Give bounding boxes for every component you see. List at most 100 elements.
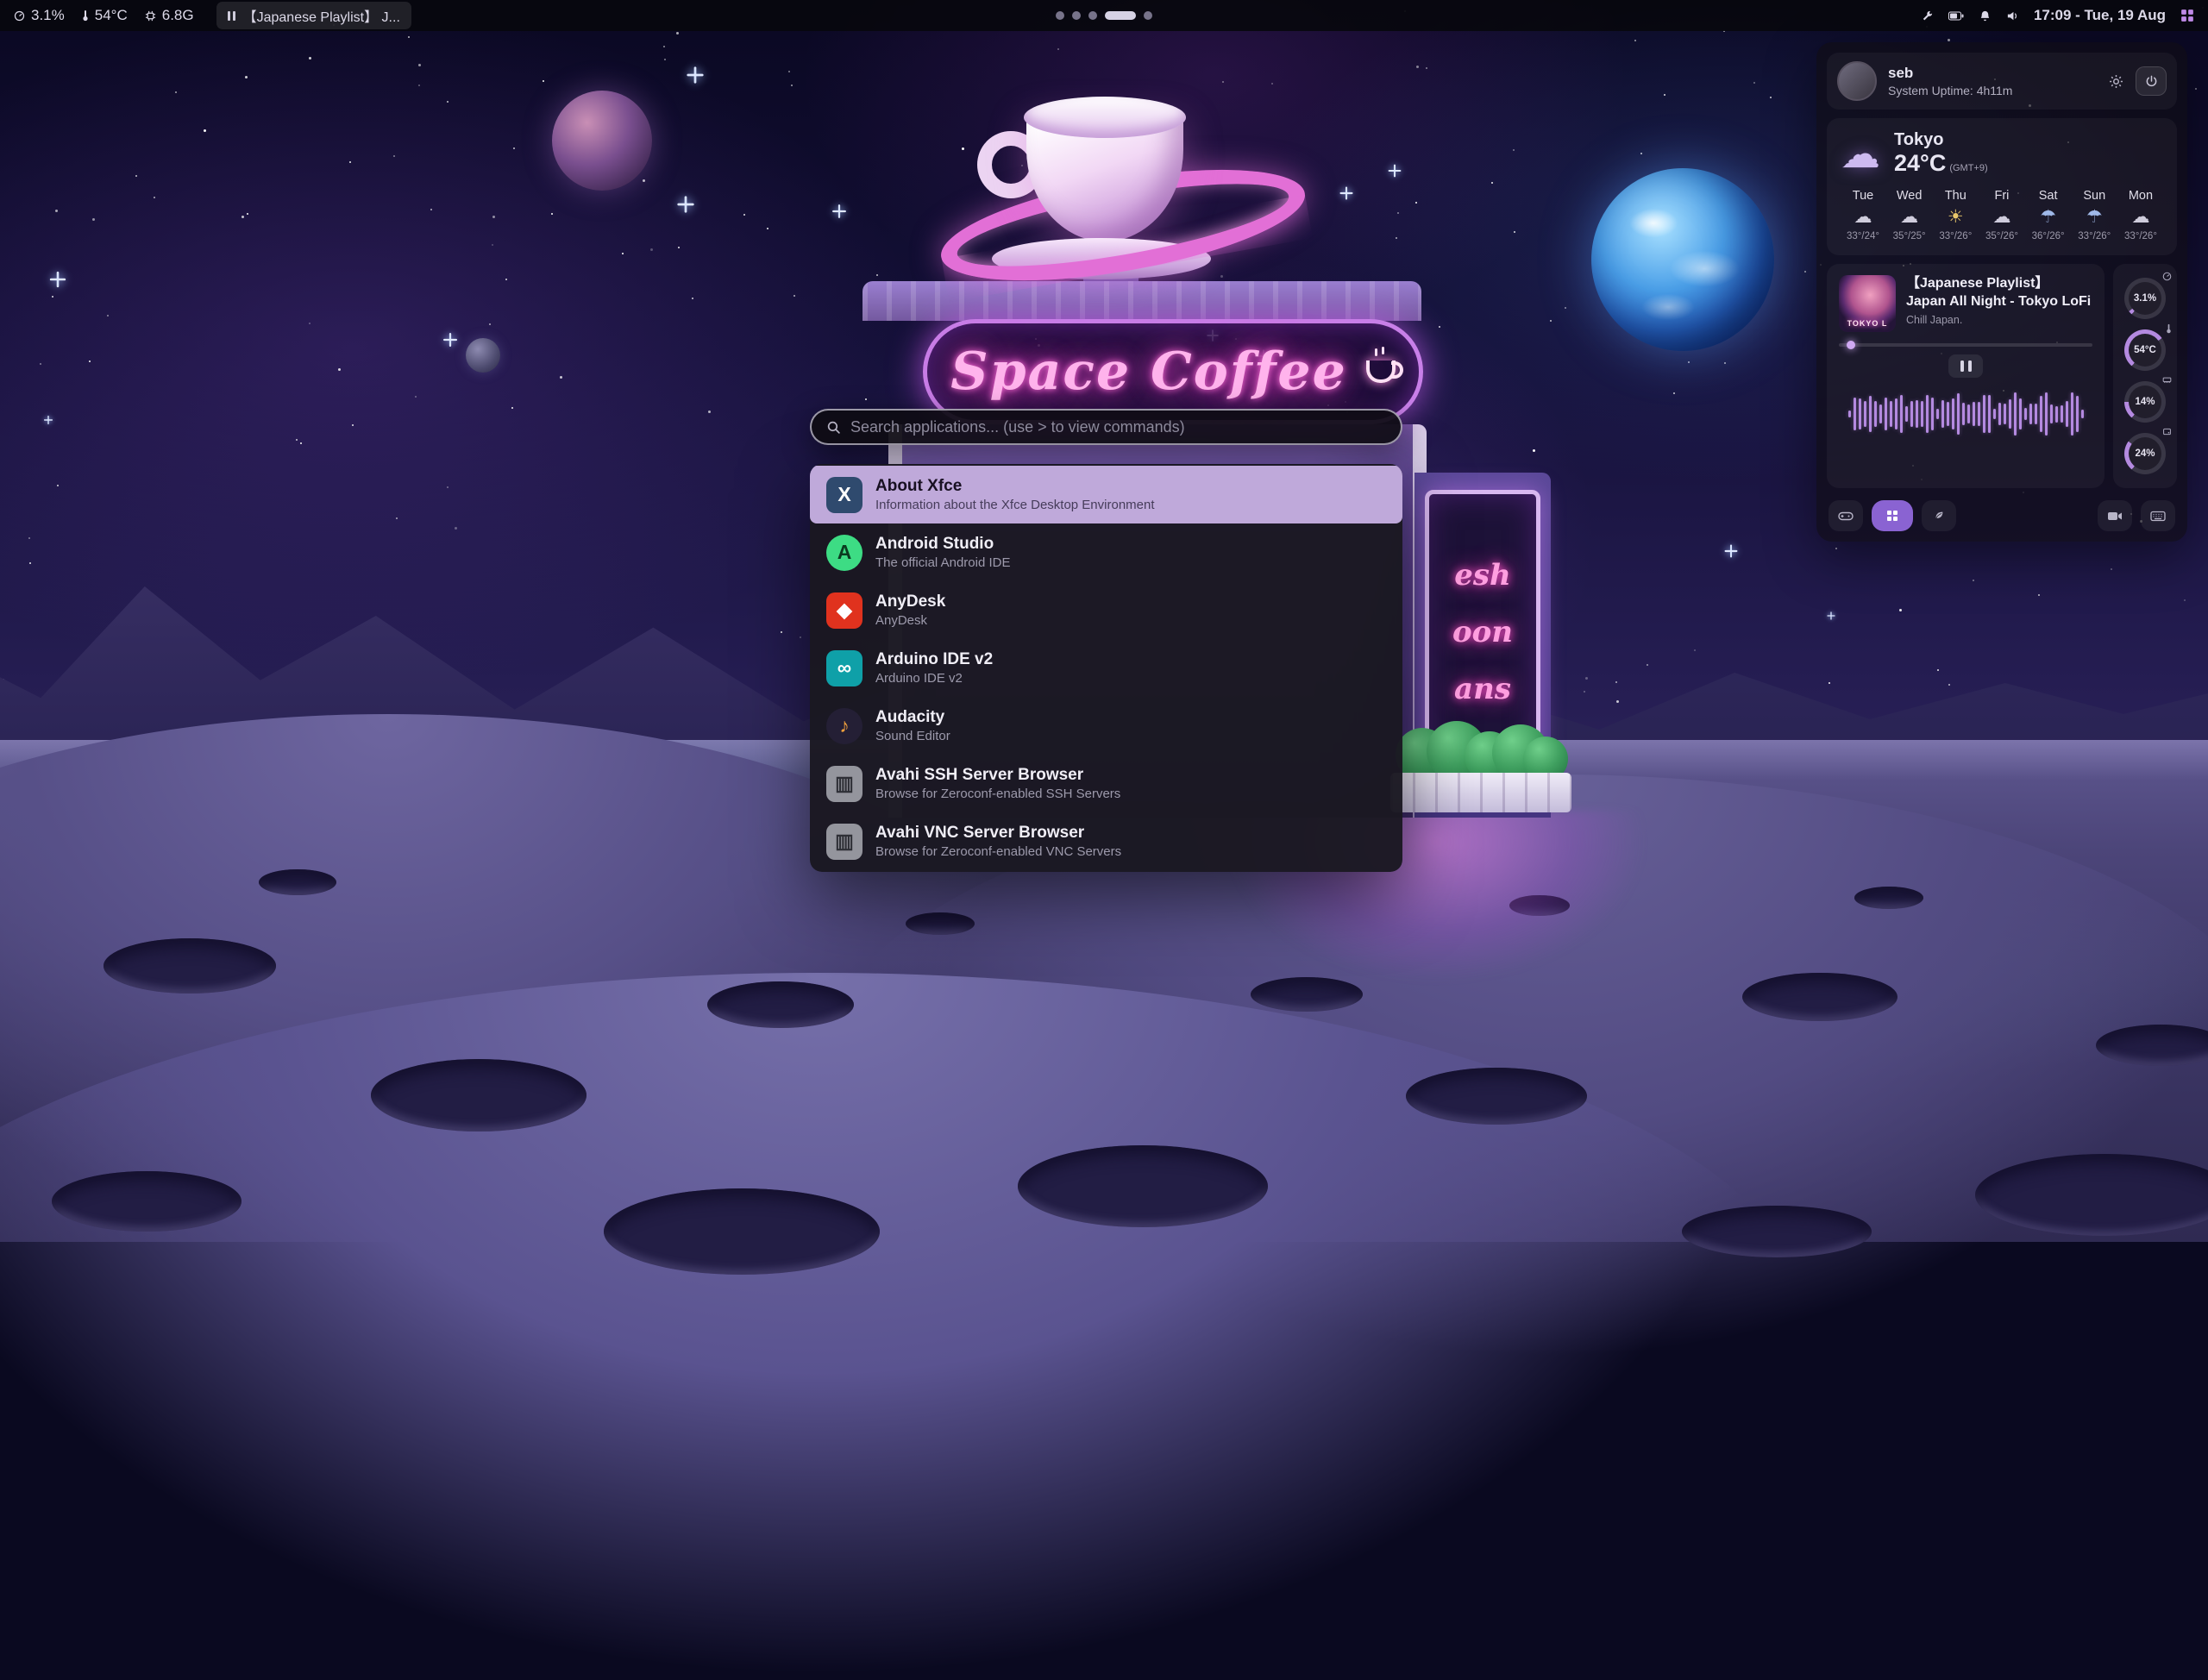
forecast-icon: ☁: [2131, 208, 2149, 226]
power-button[interactable]: [2136, 66, 2167, 96]
gauge-temperature: 54°C: [2121, 324, 2169, 376]
window-neon-text: esh: [1454, 558, 1511, 592]
app-row-avahi-vnc[interactable]: ▥ Avahi VNC Server Browser Browse for Ze…: [810, 812, 1402, 870]
user-card: seb System Uptime: 4h11m: [1827, 53, 2177, 110]
app-row-about-xfce[interactable]: X About Xfce Information about the Xfce …: [810, 466, 1402, 523]
apps-grid-icon[interactable]: [2180, 9, 2194, 22]
waveform-bar: [1941, 400, 1944, 428]
sparkle-star: [832, 204, 846, 218]
app-title: Avahi VNC Server Browser: [875, 824, 1121, 843]
star: [349, 161, 351, 163]
now-playing-label: 【Japanese Playlist】 J...: [243, 5, 400, 26]
video-button[interactable]: [2098, 500, 2132, 531]
battery-icon[interactable]: [1948, 11, 1964, 21]
app-subtitle: Arduino IDE v2: [875, 671, 993, 686]
planet-earth: [1591, 168, 1774, 351]
app-title: Audacity: [875, 708, 950, 728]
star: [1673, 392, 1675, 394]
crater: [259, 869, 336, 895]
star: [1937, 669, 1939, 671]
star: [1416, 66, 1419, 68]
star: [1753, 82, 1755, 84]
now-playing-pill[interactable]: 【Japanese Playlist】 J...: [216, 2, 411, 29]
planet-purple: [552, 91, 652, 191]
search-input[interactable]: [850, 418, 1386, 436]
app-row-avahi-ssh[interactable]: ▥ Avahi SSH Server Browser Browse for Ze…: [810, 755, 1402, 812]
disk-icon: [2162, 427, 2172, 436]
star: [447, 101, 448, 103]
wrench-icon[interactable]: [1921, 9, 1934, 22]
star: [418, 85, 420, 86]
speaker-icon[interactable]: [2006, 9, 2019, 22]
star: [492, 244, 493, 246]
star: [1688, 361, 1690, 363]
app-row-anydesk[interactable]: ◆ AnyDesk AnyDesk: [810, 581, 1402, 639]
waveform-bar: [2061, 405, 2063, 422]
waveform-bar: [2009, 399, 2011, 428]
crater: [1406, 1068, 1587, 1125]
gauge-disk: 24%: [2121, 428, 2169, 480]
quick-actions-row: [1827, 497, 2177, 531]
leaf-button[interactable]: [1922, 500, 1956, 531]
star: [393, 155, 395, 157]
star: [309, 323, 310, 324]
waveform-bar: [1900, 395, 1903, 433]
app-title: Android Studio: [875, 535, 1010, 555]
sign-ledge: [862, 281, 1421, 321]
workspace-dot[interactable]: [1056, 11, 1064, 20]
keyboard-button[interactable]: [2141, 500, 2175, 531]
star: [1770, 97, 1772, 98]
star: [55, 210, 58, 212]
clock[interactable]: 17:09 - Tue, 19 Aug: [2034, 7, 2166, 24]
apps-button[interactable]: [1872, 500, 1913, 531]
forecast-icon: ☀: [1948, 208, 1964, 226]
app-subtitle: Browse for Zeroconf-enabled VNC Servers: [875, 844, 1121, 859]
bell-icon[interactable]: [1979, 9, 1992, 22]
workspace-dot[interactable]: [1144, 11, 1152, 20]
star: [107, 315, 109, 317]
waveform-bar: [2081, 410, 2084, 418]
weather-cloud-icon: ☁: [1841, 134, 1880, 173]
pause-icon: [1960, 360, 1964, 372]
android-studio-icon: A: [826, 535, 862, 571]
uptime: System Uptime: 4h11m: [1888, 84, 2012, 97]
waveform-bar: [2040, 396, 2042, 433]
app-title: Arduino IDE v2: [875, 650, 993, 670]
app-row-audacity[interactable]: ♪ Audacity Sound Editor: [810, 697, 1402, 755]
cpu-stat: 3.1%: [14, 7, 65, 24]
progress-handle[interactable]: [1847, 341, 1855, 349]
star: [2111, 568, 2112, 570]
progress-bar[interactable]: [1839, 343, 2092, 347]
waveform-bar: [1952, 398, 1954, 429]
star: [135, 175, 137, 177]
star: [1948, 39, 1950, 41]
crater: [104, 938, 276, 994]
waveform-bar: [1973, 402, 1975, 427]
waveform-bar: [1978, 402, 1980, 426]
star: [1899, 609, 1902, 611]
star: [492, 216, 495, 218]
controller-button[interactable]: [1828, 500, 1863, 531]
waveform-bar: [2024, 408, 2027, 420]
waveform-bar: [1890, 401, 1892, 427]
app-row-android-studio[interactable]: A Android Studio The official Android ID…: [810, 523, 1402, 581]
star: [1647, 664, 1648, 666]
star: [622, 253, 624, 254]
forecast-row: Tue☁33°/24° Wed☁35°/25° Thu☀33°/26° Fri☁…: [1841, 189, 2163, 241]
star: [663, 46, 665, 47]
pause-button[interactable]: [1948, 354, 1983, 378]
search-bar[interactable]: [810, 409, 1402, 445]
star: [1664, 94, 1665, 96]
waveform-bar: [1921, 401, 1923, 427]
star: [767, 228, 768, 229]
workspace-dot[interactable]: [1105, 11, 1136, 20]
settings-button[interactable]: [2105, 71, 2127, 92]
workspace-dot[interactable]: [1072, 11, 1081, 20]
waveform-bar: [1962, 403, 1965, 426]
star: [415, 396, 417, 398]
workspace-dot[interactable]: [1088, 11, 1097, 20]
star: [175, 91, 177, 93]
waveform-bar: [1931, 398, 1934, 430]
waveform-bar: [2014, 392, 2017, 436]
app-row-arduino[interactable]: ∞ Arduino IDE v2 Arduino IDE v2: [810, 639, 1402, 697]
